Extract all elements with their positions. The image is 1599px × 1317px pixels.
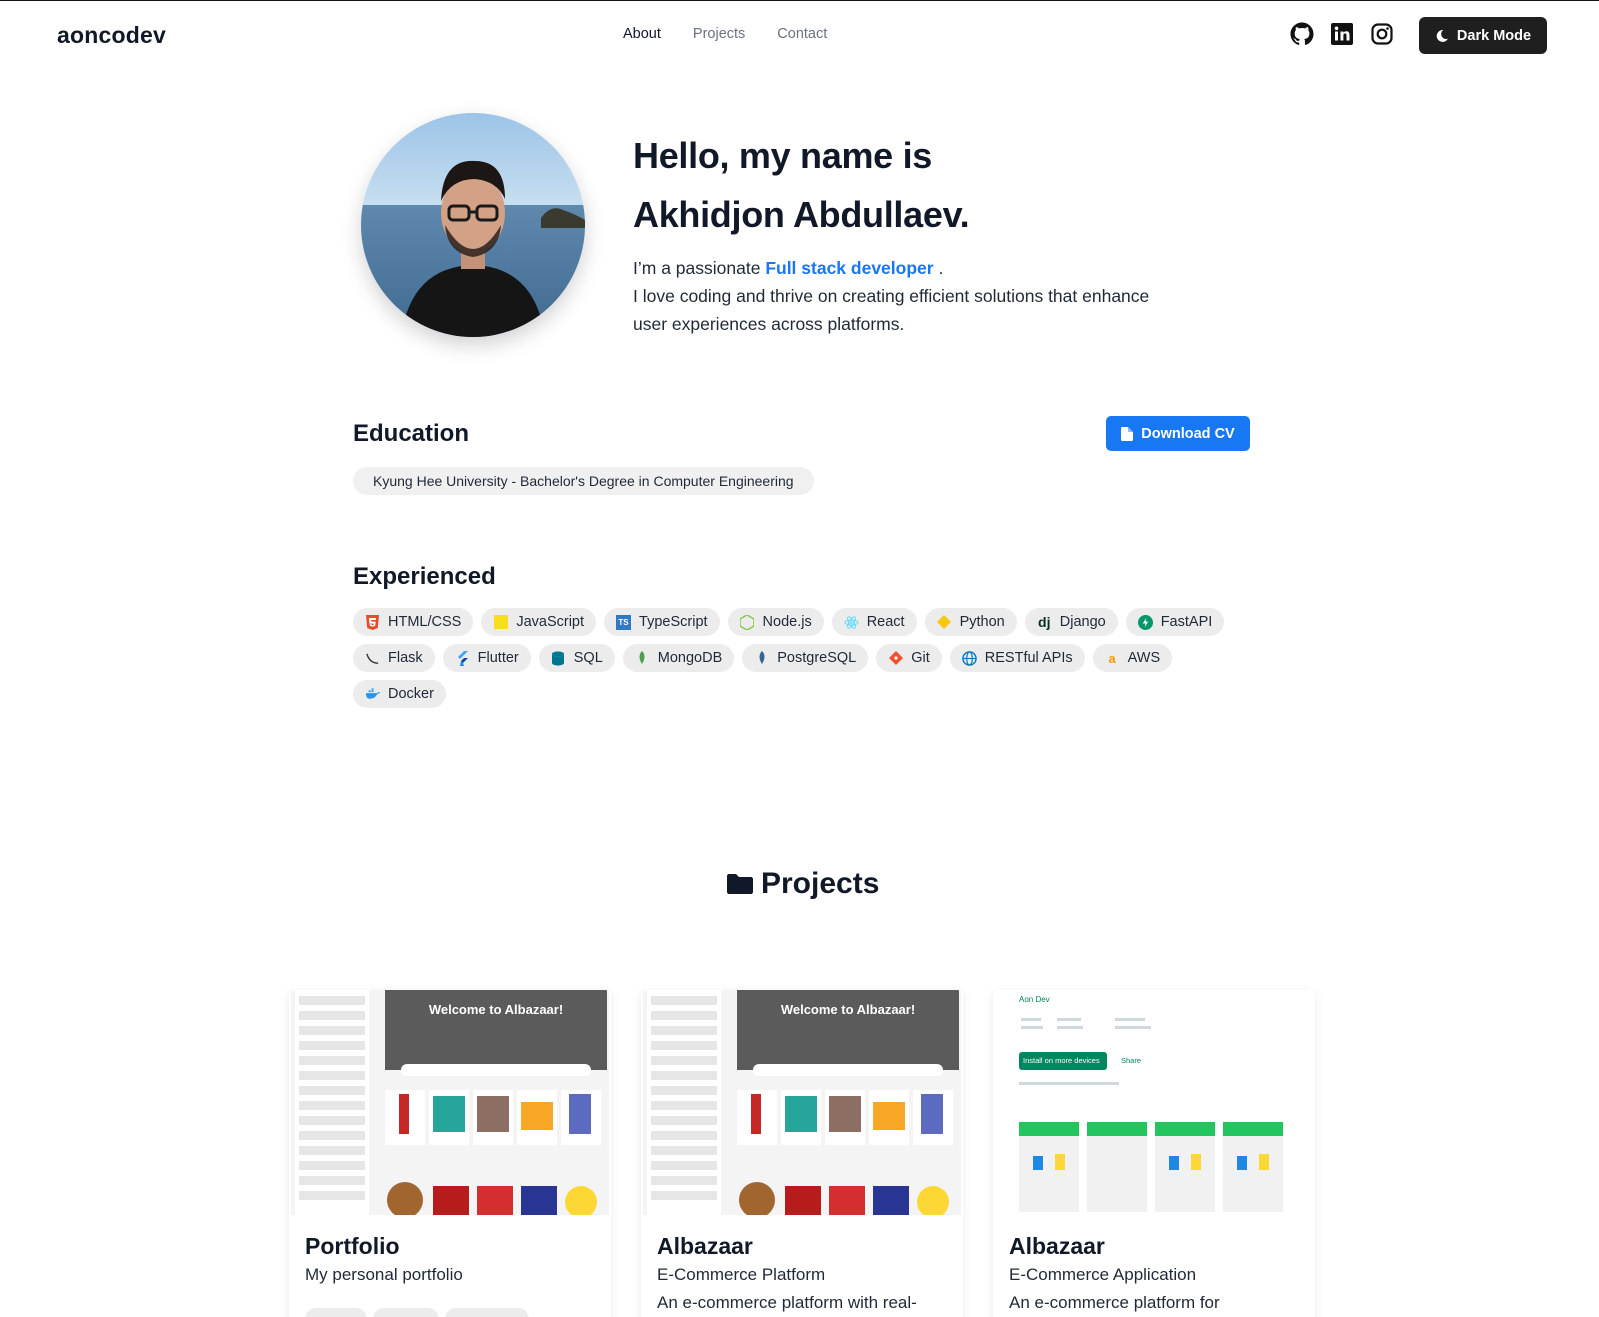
project-description: An e-commerce platform with real- <box>657 1293 917 1312</box>
experienced-heading: Experienced <box>353 563 496 590</box>
education-item: Kyung Hee University - Bachelor's Degree… <box>353 467 814 495</box>
docker-icon <box>365 687 380 702</box>
skill-chip: HTML/CSS <box>353 608 474 636</box>
postgresql-icon <box>754 650 769 666</box>
skill-chip: Node.js <box>727 608 824 636</box>
django-icon: dj <box>1038 614 1051 630</box>
role-highlight: Full stack developer <box>765 258 934 278</box>
typescript-icon: TS <box>616 614 632 630</box>
skill-chip: a AWS <box>1092 644 1173 672</box>
project-thumbnail: Welcome to Albazaar! <box>643 990 961 1215</box>
skill-chip: PostgreSQL <box>742 644 869 672</box>
project-subtitle: My personal portfolio <box>305 1265 463 1284</box>
skill-chip: MongoDB <box>622 644 735 672</box>
projects-heading: Projects <box>727 867 879 901</box>
project-title: Albazaar <box>1009 1233 1105 1259</box>
moon-icon <box>1436 29 1448 42</box>
project-title: Portfolio <box>305 1233 400 1259</box>
thumbnail-banner: Welcome to Albazaar! <box>428 1002 564 1017</box>
fastapi-icon <box>1137 614 1153 630</box>
document-icon <box>1121 426 1134 441</box>
globe-icon <box>962 650 977 666</box>
skill-chip: Flask <box>353 644 435 672</box>
project-subtitle: E-Commerce Platform <box>657 1265 826 1284</box>
download-cv-label: Download CV <box>1141 425 1235 442</box>
hero-heading-line2: Akhidjon Abdullaev. <box>633 194 970 235</box>
html-icon <box>365 614 380 630</box>
flask-icon <box>365 651 380 666</box>
javascript-icon <box>493 615 508 630</box>
nav-link-about[interactable]: About <box>623 26 661 42</box>
tag-chip <box>373 1308 439 1317</box>
skill-chip: Git <box>876 644 942 672</box>
project-thumbnail: Welcome to Albazaar! <box>291 990 609 1215</box>
tag-chip <box>305 1308 367 1317</box>
linkedin-icon[interactable] <box>1330 22 1354 46</box>
project-card-portfolio[interactable]: Welcome to Albazaar! Portfolio My person… <box>289 990 611 1317</box>
project-title: Albazaar <box>657 1233 753 1259</box>
store-developer-label: Aon Dev <box>1019 995 1050 1004</box>
hero-intro: I’m a passionate Full stack developer . … <box>633 254 1153 338</box>
folder-icon <box>727 874 753 894</box>
project-description: An e-commerce platform for <box>1009 1293 1220 1312</box>
python-icon <box>937 615 952 630</box>
skill-chip: Flutter <box>442 644 531 672</box>
install-button-label: Install on more devices <box>1023 1056 1100 1065</box>
database-icon <box>551 651 566 666</box>
share-label: Share <box>1121 1056 1142 1065</box>
social-links <box>1290 22 1394 46</box>
nodejs-icon <box>740 614 755 630</box>
intro-suffix: . <box>938 258 944 278</box>
hero-heading-line1: Hello, my name is <box>633 135 933 176</box>
mongodb-icon <box>635 650 650 666</box>
skill-chip: Python <box>924 608 1017 636</box>
skill-chip: TS TypeScript <box>604 608 720 636</box>
dark-mode-button[interactable]: Dark Mode <box>1419 17 1547 54</box>
project-subtitle: E-Commerce Application <box>1009 1265 1197 1284</box>
brand-logo[interactable]: aoncodev <box>57 22 166 49</box>
project-card-albazaar-app[interactable]: Aon Dev Install on more devices Share Al… <box>993 990 1315 1317</box>
hero-heading: Hello, my name is Akhidjon Abdullaev. <box>633 126 970 244</box>
project-thumbnail: Aon Dev Install on more devices Share <box>995 990 1313 1215</box>
intro-prefix: I’m a passionate <box>633 258 761 278</box>
aws-icon: a <box>1108 650 1116 666</box>
skill-chip: RESTful APIs <box>949 644 1085 672</box>
tag-chip <box>445 1308 529 1317</box>
intro-body: I love coding and thrive on creating eff… <box>633 286 1150 334</box>
download-cv-button[interactable]: Download CV <box>1106 416 1250 451</box>
thumbnail-banner: Welcome to Albazaar! <box>780 1002 916 1017</box>
github-icon[interactable] <box>1290 22 1314 46</box>
skills-list: HTML/CSS JavaScript TS TypeScript Node.js… <box>353 608 1253 708</box>
flutter-icon <box>455 650 470 666</box>
git-icon <box>888 651 903 666</box>
skill-chip: FastAPI <box>1125 608 1225 636</box>
nav-link-contact[interactable]: Contact <box>777 26 827 42</box>
projects-heading-label: Projects <box>761 867 880 900</box>
skill-chip: Docker <box>353 680 446 708</box>
education-heading: Education <box>353 420 470 447</box>
skill-chip: SQL <box>538 644 615 672</box>
navbar: aoncodev About Projects Contact Dark Mod… <box>0 1 1599 71</box>
skill-chip: JavaScript <box>481 608 597 636</box>
dark-mode-label: Dark Mode <box>1456 27 1532 44</box>
skill-chip: React <box>831 608 917 636</box>
react-icon <box>844 615 859 630</box>
nav-link-projects[interactable]: Projects <box>693 26 745 42</box>
skill-chip: dj Django <box>1024 608 1118 636</box>
instagram-icon[interactable] <box>1370 22 1394 46</box>
nav-links: About Projects Contact <box>623 26 827 42</box>
profile-photo <box>361 113 585 337</box>
project-tags <box>305 1308 529 1317</box>
project-card-albazaar-platform[interactable]: Welcome to Albazaar! Albazaar E-Commerce… <box>641 990 963 1317</box>
